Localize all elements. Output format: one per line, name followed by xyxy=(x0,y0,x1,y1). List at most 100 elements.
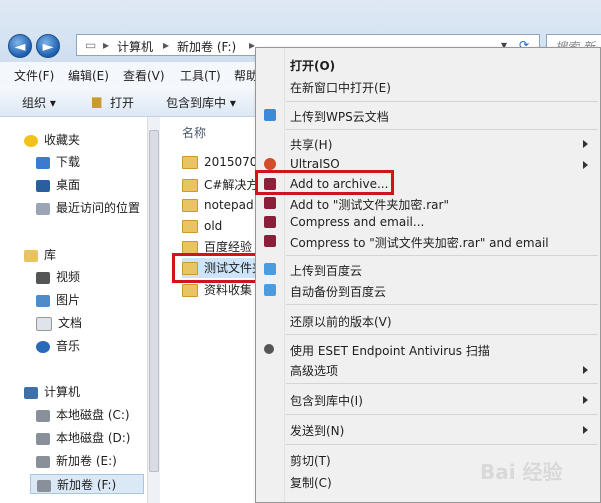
pictures-icon xyxy=(36,294,50,307)
menu-item-advanced[interactable]: 高级选项 xyxy=(290,362,338,379)
recent-places-icon xyxy=(36,202,50,215)
folder-icon xyxy=(182,220,198,233)
nav-label: 音乐 xyxy=(56,339,81,353)
star-icon xyxy=(24,134,38,147)
menu-separator xyxy=(286,383,598,384)
library-icon xyxy=(24,249,38,262)
list-item[interactable]: C#解决方 xyxy=(182,175,262,195)
menu-tools[interactable]: 工具(T) xyxy=(180,67,221,84)
menu-item-open-new-window[interactable]: 在新窗口中打开(E) xyxy=(290,79,391,96)
nav-label: 视频 xyxy=(56,270,81,284)
nav-downloads[interactable]: 下载 xyxy=(36,152,80,172)
nav-desktop[interactable]: 桌面 xyxy=(36,175,80,195)
nav-drive-c[interactable]: 本地磁盘 (C:) xyxy=(36,405,130,425)
nav-label: 新加卷 (F:) xyxy=(57,478,117,492)
list-item[interactable]: old xyxy=(182,216,262,236)
menu-item-share[interactable]: 共享(H) xyxy=(290,136,332,153)
nav-label: 桌面 xyxy=(56,178,81,192)
menu-separator xyxy=(286,444,598,445)
nav-drive-d[interactable]: 本地磁盘 (D:) xyxy=(36,428,130,448)
winrar-icon xyxy=(264,216,276,228)
folder-icon xyxy=(182,199,198,212)
menu-item-ultraiso[interactable]: UltraISO xyxy=(290,157,340,171)
breadcrumb-drive[interactable]: 新加卷 (F:) xyxy=(177,38,236,55)
nav-videos[interactable]: 视频 xyxy=(36,267,80,287)
nav-drive-e[interactable]: 新加卷 (E:) xyxy=(36,451,117,471)
video-icon xyxy=(36,271,50,284)
context-menu: 打开(O) 在新窗口中打开(E) 上传到WPS云文档 共享(H) UltraIS… xyxy=(255,47,601,503)
menu-edit[interactable]: 编辑(E) xyxy=(68,67,109,84)
drive-icon xyxy=(36,455,50,468)
nav-label: 本地磁盘 (D:) xyxy=(56,431,131,445)
winrar-icon xyxy=(264,197,276,209)
computer-icon xyxy=(24,386,38,399)
menu-item-eset[interactable]: 使用 ESET Endpoint Antivirus 扫描 xyxy=(290,342,490,359)
baidu-cloud-icon xyxy=(264,284,276,296)
nav-pictures[interactable]: 图片 xyxy=(36,290,80,310)
organize-button[interactable]: 组织 ▾ xyxy=(22,94,56,111)
menu-item-compress-rar-email[interactable]: Compress to "测试文件夹加密.rar" and email xyxy=(290,234,549,251)
nav-documents[interactable]: 文档 xyxy=(36,313,82,333)
wps-cloud-icon xyxy=(264,109,276,121)
baidu-watermark: Bai 经验 xyxy=(480,460,563,484)
list-item[interactable]: 资料收集 xyxy=(182,280,262,300)
file-name: C#解决方 xyxy=(204,178,259,192)
file-name: notepad xyxy=(204,198,254,212)
menu-separator xyxy=(286,414,598,415)
nav-label: 最近访问的位置 xyxy=(56,201,141,215)
menu-item-compress-email[interactable]: Compress and email... xyxy=(290,215,424,229)
menu-view[interactable]: 查看(V) xyxy=(123,67,165,84)
menu-item-send-to[interactable]: 发送到(N) xyxy=(290,422,344,439)
menu-item-copy[interactable]: 复制(C) xyxy=(290,474,332,491)
file-name: 2015070 xyxy=(204,155,258,169)
menu-item-restore[interactable]: 还原以前的版本(V) xyxy=(290,313,392,330)
submenu-arrow-icon xyxy=(583,426,588,434)
menu-item-baidu-upload[interactable]: 上传到百度云 xyxy=(290,262,362,279)
back-button[interactable]: ◄ xyxy=(8,34,32,58)
nav-label: 下载 xyxy=(56,155,81,169)
drive-icon xyxy=(36,432,50,445)
nav-libraries[interactable]: 库 xyxy=(24,245,56,265)
music-icon xyxy=(36,340,50,353)
nav-computer[interactable]: 计算机 xyxy=(24,382,80,402)
nav-label: 计算机 xyxy=(44,385,81,399)
documents-icon xyxy=(36,316,52,331)
menu-separator xyxy=(286,304,598,305)
column-header-name[interactable]: 名称 xyxy=(182,124,206,141)
nav-music[interactable]: 音乐 xyxy=(36,336,80,356)
open-button[interactable]: 打开 xyxy=(110,94,134,111)
menu-gutter xyxy=(284,48,285,502)
menu-item-cut[interactable]: 剪切(T) xyxy=(290,452,331,469)
forward-button[interactable]: ► xyxy=(36,34,60,58)
breadcrumb-arrow-icon: ▸ xyxy=(103,38,110,52)
folder-icon xyxy=(182,284,198,297)
include-in-library-button[interactable]: 包含到库中 ▾ xyxy=(166,94,236,111)
submenu-arrow-icon xyxy=(583,140,588,148)
nav-label: 新加卷 (E:) xyxy=(56,454,117,468)
nav-favorites[interactable]: 收藏夹 xyxy=(24,130,80,150)
list-item[interactable]: 2015070 xyxy=(182,152,262,172)
breadcrumb-arrow-icon: ▸ xyxy=(163,38,170,52)
breadcrumb-computer[interactable]: 计算机 xyxy=(117,38,153,55)
folder-icon xyxy=(182,156,198,169)
menu-file[interactable]: 文件(F) xyxy=(14,67,54,84)
file-name: old xyxy=(204,219,223,233)
nav-scrollbar-thumb[interactable] xyxy=(149,130,159,472)
nav-recent[interactable]: 最近访问的位置 xyxy=(36,198,140,218)
downloads-icon xyxy=(36,156,50,169)
menu-separator xyxy=(286,334,598,335)
menu-item-wps[interactable]: 上传到WPS云文档 xyxy=(290,108,389,125)
baidu-cloud-icon xyxy=(264,263,276,275)
nav-drive-f[interactable]: 新加卷 (F:) xyxy=(30,474,144,494)
list-item[interactable]: notepad xyxy=(182,195,262,215)
menu-item-add-to-rar[interactable]: Add to "测试文件夹加密.rar" xyxy=(290,196,449,213)
menu-item-open[interactable]: 打开(O) xyxy=(290,57,335,74)
menu-item-baidu-backup[interactable]: 自动备份到百度云 xyxy=(290,283,386,300)
highlight-box-folder xyxy=(172,253,260,283)
drive-icon xyxy=(37,479,51,492)
menu-item-include-library[interactable]: 包含到库中(I) xyxy=(290,392,363,409)
drive-icon: ▭ xyxy=(85,38,97,52)
open-folder-icon: ▆ xyxy=(92,94,102,108)
submenu-arrow-icon xyxy=(583,161,588,169)
nav-label: 收藏夹 xyxy=(44,133,81,147)
